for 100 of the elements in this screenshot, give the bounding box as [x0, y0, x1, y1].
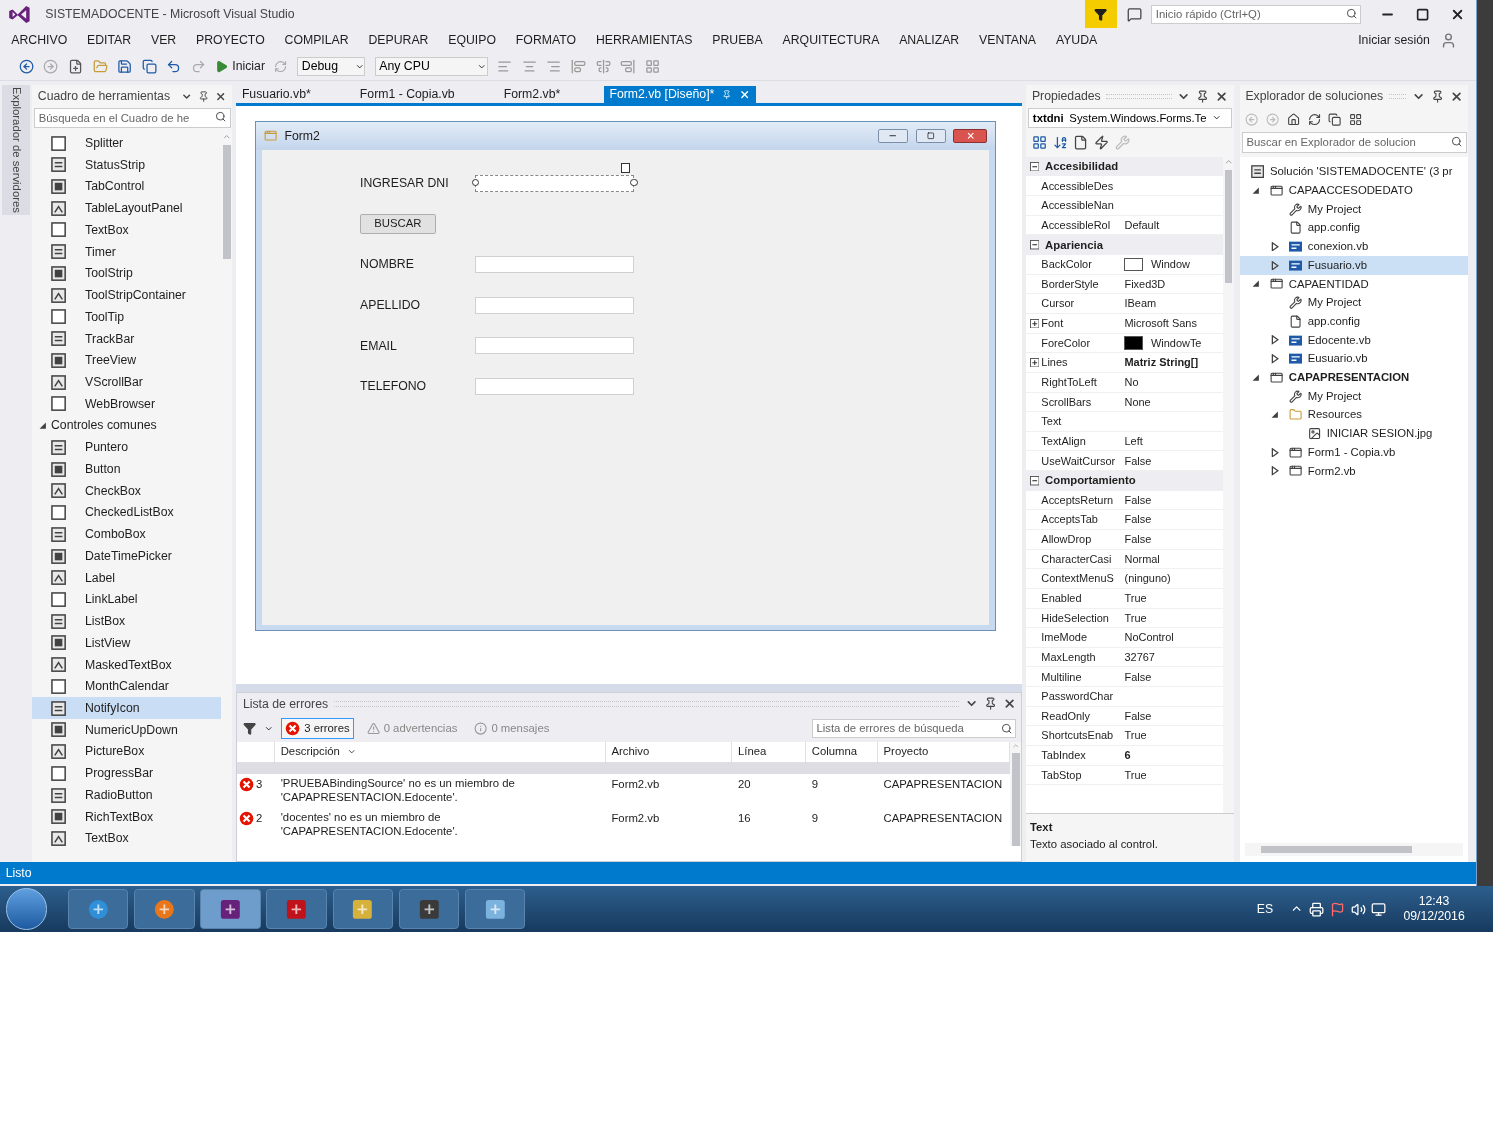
toolbox-item[interactable]: TextBox [32, 219, 222, 241]
document-tab[interactable]: Form2.vb* [498, 85, 566, 103]
column-header[interactable]: Proyecto [877, 741, 1011, 762]
home-icon[interactable] [1286, 113, 1301, 127]
toolbox-item[interactable]: ListBox [32, 610, 222, 633]
tree-item[interactable]: Solución 'SISTEMADOCENTE' (3 pr [1239, 162, 1469, 182]
filter-icon[interactable] [242, 721, 257, 736]
menu-item[interactable]: VER [151, 31, 177, 50]
menu-item[interactable]: COMPILAR [284, 31, 349, 50]
close-button[interactable] [953, 129, 988, 143]
printer-icon[interactable] [1309, 901, 1325, 917]
sign-in-link[interactable]: Iniciar sesión [1358, 31, 1430, 50]
column-header[interactable]: Descripción [275, 741, 606, 762]
menu-item[interactable]: PROYECTO [196, 31, 265, 50]
expanded-arrow-icon[interactable] [1270, 410, 1280, 420]
start-button[interactable]: Iniciar [215, 57, 265, 76]
minimize-button[interactable] [877, 129, 909, 143]
pin-icon[interactable] [1196, 89, 1210, 103]
search-field[interactable]: Búsqueda en el Cuadro de he [34, 107, 231, 129]
language-indicator[interactable]: ES [1256, 899, 1274, 919]
collapsed-arrow-icon[interactable] [1270, 241, 1280, 252]
sync-icon[interactable] [1307, 113, 1321, 127]
scrollbar-thumb[interactable] [1224, 170, 1233, 284]
toolbox-item[interactable]: NotifyIcon [32, 697, 222, 720]
toolbox-item[interactable]: CheckBox [32, 480, 222, 502]
toolbox-item[interactable]: ToolStrip [32, 262, 222, 285]
menu-item[interactable]: PRUEBA [712, 31, 763, 50]
smart-tag-icon[interactable] [620, 163, 631, 173]
collapse-box-icon[interactable] [1030, 476, 1040, 486]
resize-handle[interactable] [630, 178, 638, 187]
toolbox-item[interactable]: Button [32, 458, 222, 480]
filter-button[interactable] [1084, 0, 1118, 29]
tree-item[interactable]: app.config [1239, 312, 1469, 331]
feedback-icon[interactable] [1126, 6, 1142, 22]
tree-item[interactable]: app.config [1239, 218, 1469, 238]
tree-item[interactable]: CAPAACCESODEDATO [1239, 181, 1469, 200]
pin-icon[interactable] [1430, 89, 1444, 103]
tree-item[interactable]: Edocente.vb [1239, 330, 1469, 350]
toolbox-item[interactable]: MonthCalendar [32, 675, 222, 698]
tree-item[interactable]: CAPAENTIDAD [1239, 274, 1469, 294]
pin-icon[interactable] [198, 89, 210, 103]
menu-item[interactable]: ARQUITECTURA [782, 31, 880, 50]
toolbox-item[interactable]: RichTextBox [32, 806, 222, 828]
expand-box-icon[interactable] [1030, 357, 1040, 368]
start-button[interactable] [5, 888, 48, 930]
object-selector[interactable]: txtdni System.Windows.Forms.Te [1028, 107, 1233, 129]
scrollbar-thumb[interactable] [1260, 845, 1412, 854]
search-icon[interactable] [215, 111, 227, 123]
maximize-button[interactable] [915, 129, 946, 143]
collapsed-arrow-icon[interactable] [1270, 260, 1280, 271]
toolbox-item[interactable]: Label [32, 566, 222, 589]
search-field[interactable]: Buscar en Explorador de solucion [1241, 132, 1467, 154]
show-all-files-icon[interactable] [1349, 113, 1363, 127]
resize-handle[interactable] [471, 178, 480, 187]
toolbox-item[interactable]: ProgressBar [32, 762, 222, 785]
text-field[interactable] [475, 296, 635, 314]
toolbox-group[interactable]: Controles comunes [32, 414, 222, 437]
toolbox-item[interactable]: TextBox [32, 827, 222, 850]
tree-item[interactable]: conexion.vb [1239, 237, 1469, 256]
collapsed-arrow-icon[interactable] [1270, 354, 1280, 364]
menu-item[interactable]: EDITAR [87, 31, 132, 50]
save-icon[interactable] [117, 59, 133, 75]
quick-launch-field[interactable]: Inicio rápido (Ctrl+Q) [1151, 4, 1361, 24]
toolbox-item[interactable]: ListView [32, 632, 222, 654]
scrollbar-thumb[interactable] [1012, 753, 1020, 846]
toolbox-item[interactable]: PictureBox [32, 740, 222, 763]
collapse-box-icon[interactable] [1030, 240, 1040, 250]
toolbox-item[interactable]: LinkLabel [32, 588, 222, 611]
text-field[interactable] [475, 256, 635, 274]
toolbox-item[interactable]: StatusStrip [32, 153, 222, 176]
events-icon[interactable] [1094, 135, 1110, 151]
document-tab[interactable]: Form1 - Copia.vb [354, 85, 461, 103]
column-header[interactable]: Línea [732, 741, 807, 762]
menu-item[interactable]: ANALIZAR [899, 31, 960, 50]
toolbox-item[interactable]: TrackBar [32, 327, 222, 350]
expand-box-icon[interactable] [1030, 318, 1040, 328]
text-field[interactable] [475, 337, 635, 355]
configuration-dropdown[interactable]: Debug [297, 57, 366, 76]
search-icon[interactable] [1345, 8, 1358, 20]
toolbox-item[interactable]: DateTimePicker [32, 545, 222, 567]
column-header[interactable]: Columna [806, 741, 878, 762]
tree-item[interactable]: My Project [1239, 293, 1469, 313]
menu-item[interactable]: EQUIPO [448, 31, 496, 50]
tree-item[interactable]: INICIAR SESION.jpg [1239, 424, 1469, 443]
toolbox-item[interactable]: WebBrowser [32, 393, 222, 415]
toolbox-item[interactable]: ComboBox [32, 523, 222, 546]
flag-icon[interactable] [1329, 901, 1345, 917]
tree-item[interactable]: CAPAPRESENTACION [1239, 368, 1469, 387]
expanded-arrow-icon[interactable] [1251, 185, 1261, 196]
taskbar-button[interactable] [398, 889, 460, 929]
pin-icon[interactable] [983, 697, 997, 711]
scrollbar-thumb[interactable] [223, 145, 231, 259]
categorized-icon[interactable] [1031, 135, 1047, 151]
tree-item[interactable]: Form1 - Copia.vb [1239, 443, 1469, 462]
expanded-arrow-icon[interactable] [1251, 279, 1261, 289]
tree-item[interactable]: Form2.vb [1239, 461, 1469, 481]
volume-icon[interactable] [1350, 901, 1366, 917]
taskbar-button[interactable] [332, 889, 393, 929]
platform-dropdown[interactable]: Any CPU [374, 57, 488, 76]
filter-toggle[interactable]: 3 errores [280, 718, 355, 739]
